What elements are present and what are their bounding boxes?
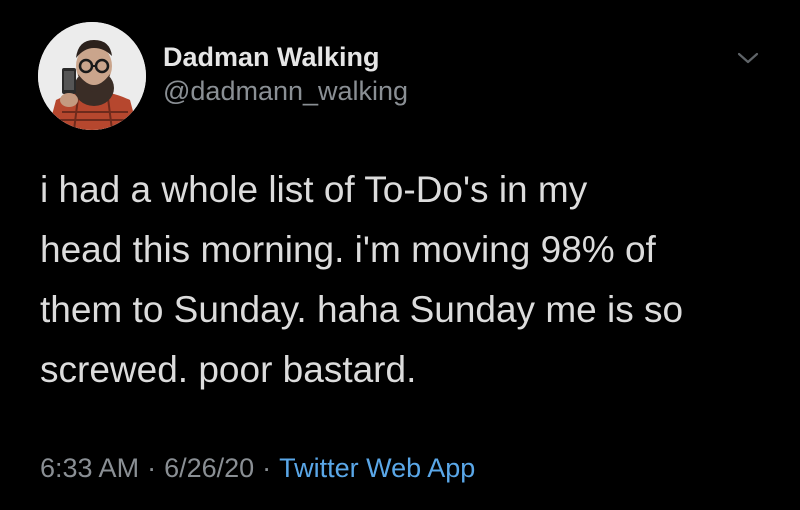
tweet-card: Dadman Walking @dadmann_walking i had a … — [0, 0, 800, 510]
author-handle[interactable]: @dadmann_walking — [163, 74, 408, 108]
tweet-date[interactable]: 6/26/20 — [164, 453, 254, 483]
tweet-meta: 6:33 AM · 6/26/20 · Twitter Web App — [40, 448, 475, 488]
avatar[interactable] — [38, 22, 146, 130]
chevron-down-icon — [737, 52, 759, 64]
tweet-source-link[interactable]: Twitter Web App — [279, 453, 475, 483]
tweet-time[interactable]: 6:33 AM — [40, 453, 139, 483]
meta-separator: · — [147, 453, 157, 483]
author-display-name[interactable]: Dadman Walking — [163, 40, 408, 74]
meta-separator: · — [262, 453, 272, 483]
tweet-menu-button[interactable] — [736, 50, 760, 66]
tweet-text: i had a whole list of To-Do's in my head… — [40, 169, 684, 390]
profile-photo-icon — [38, 22, 146, 130]
author-info: Dadman Walking @dadmann_walking — [163, 40, 408, 108]
